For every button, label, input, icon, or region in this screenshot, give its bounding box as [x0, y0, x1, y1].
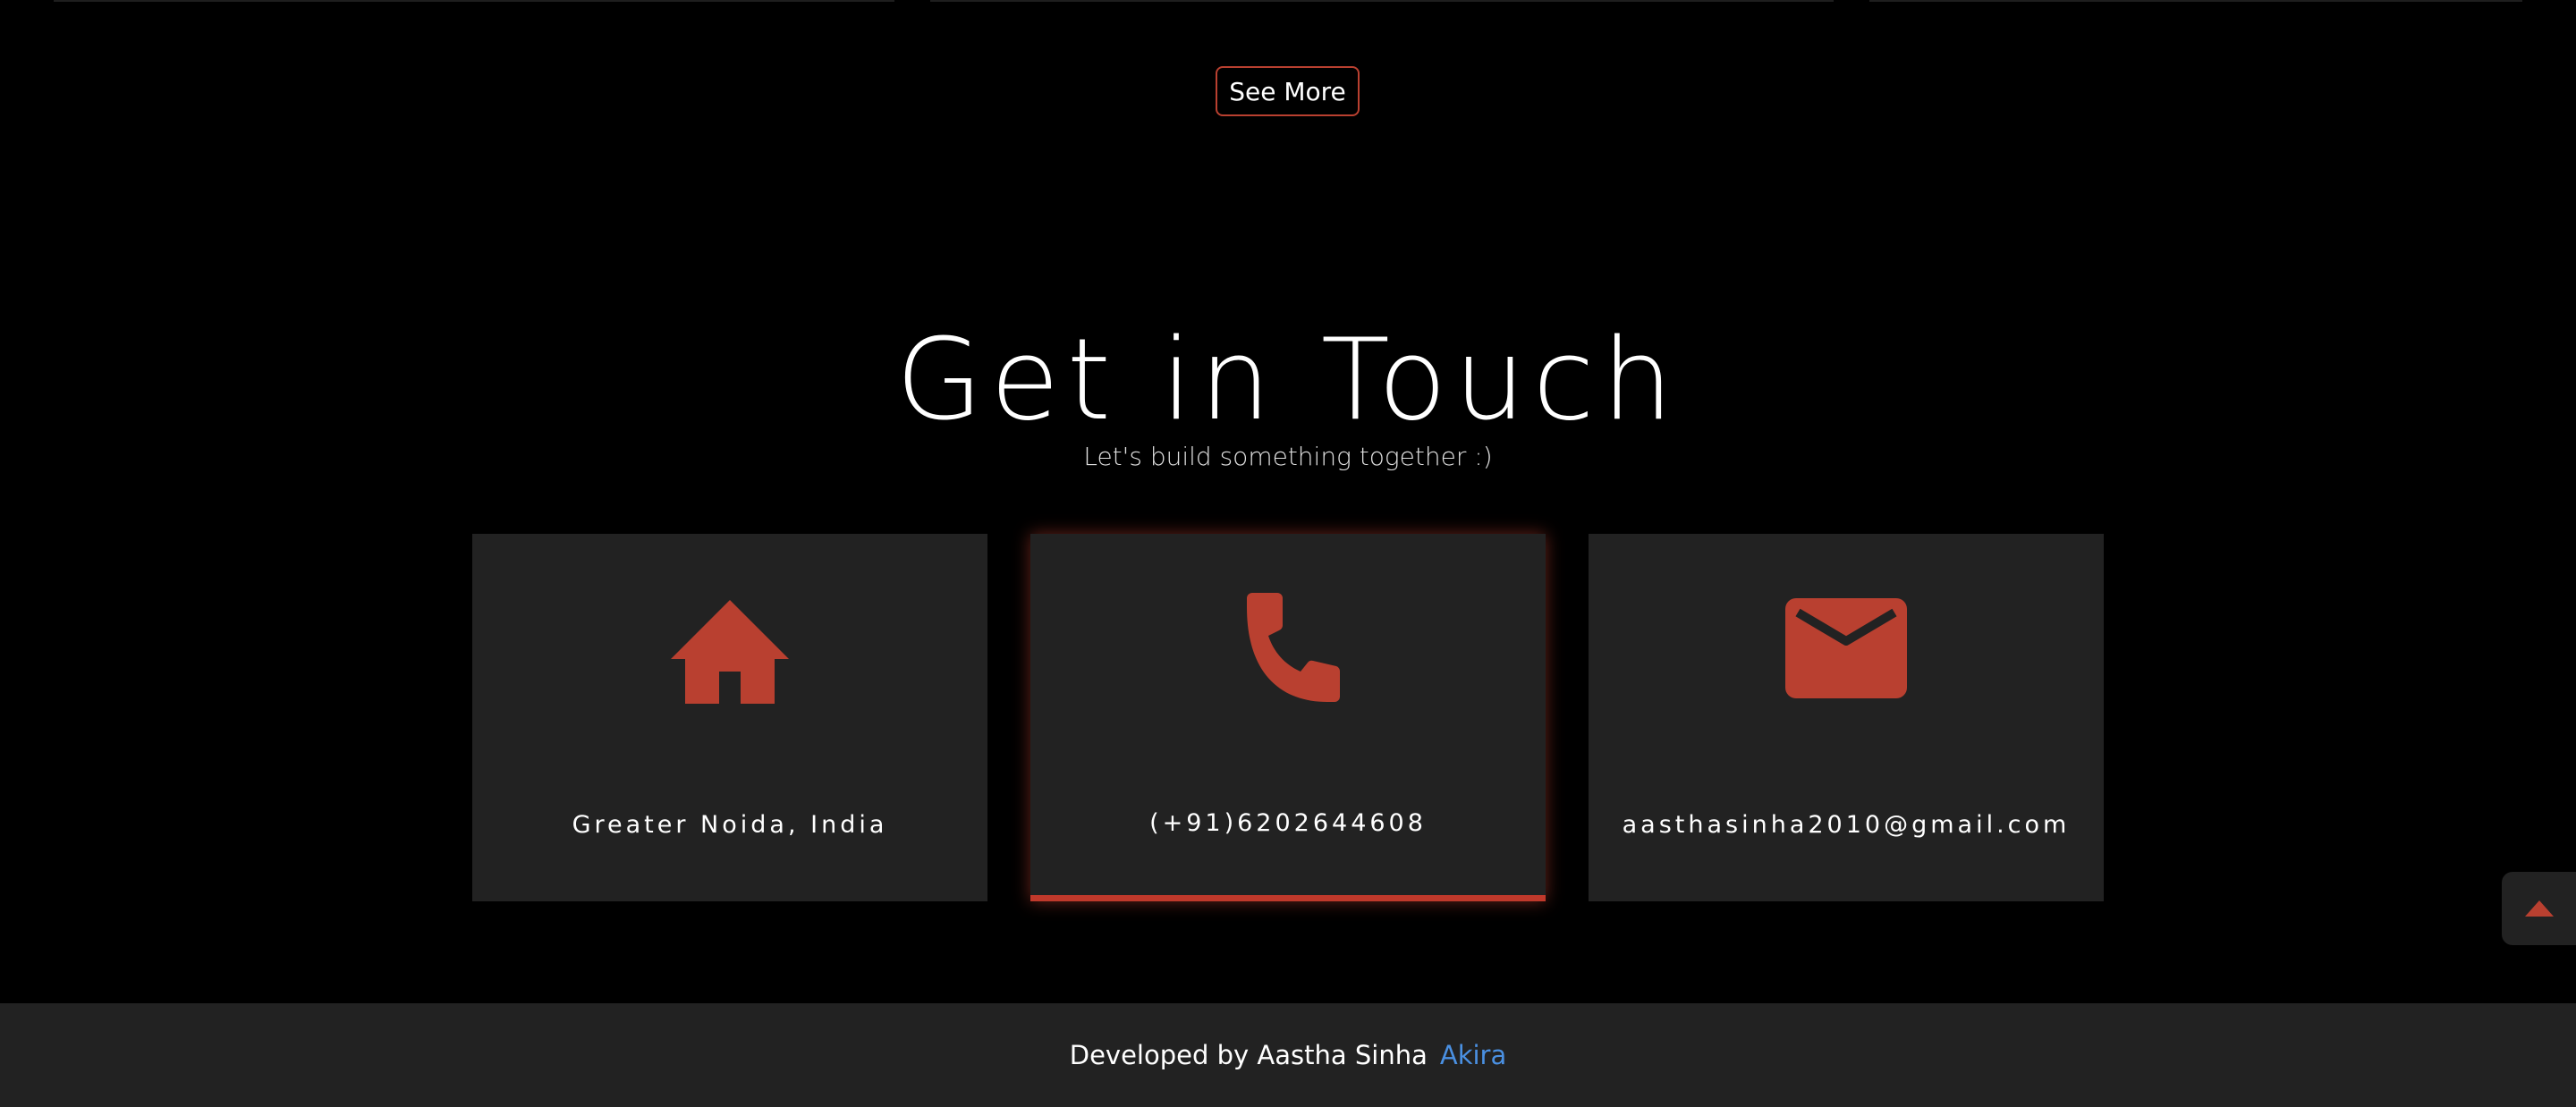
- see-more-button[interactable]: See More: [1216, 66, 1360, 116]
- footer-link[interactable]: Akira: [1440, 1040, 1506, 1070]
- contact-card-address[interactable]: Greater Noida, India: [472, 534, 987, 901]
- contact-subtitle: Let's build something together :): [1083, 442, 1493, 471]
- phone-text: (+91)6202644608: [1149, 809, 1427, 837]
- email-text: aasthasinha2010@gmail.com: [1622, 811, 2071, 839]
- envelope-icon: [1784, 589, 1909, 706]
- contact-card-phone[interactable]: (+91)6202644608: [1030, 534, 1546, 901]
- contact-title: Get in Touch: [895, 314, 1681, 445]
- footer: Developed by Aastha Sinha Akira: [0, 1003, 2576, 1107]
- home-icon: [667, 589, 792, 706]
- caret-up-icon: [2524, 900, 2554, 917]
- address-text: Greater Noida, India: [572, 811, 888, 839]
- scroll-to-top-button[interactable]: [2502, 872, 2576, 945]
- contact-card-email[interactable]: aasthasinha2010@gmail.com: [1589, 534, 2104, 901]
- footer-credit: Developed by Aastha Sinha: [1069, 1040, 1428, 1070]
- page: See More Get in Touch Let's build someth…: [0, 0, 2576, 1107]
- project-card-edge: [930, 0, 1834, 2]
- project-card-edge: [1869, 0, 2522, 2]
- project-card-edge: [54, 0, 894, 2]
- phone-icon: [1225, 589, 1351, 706]
